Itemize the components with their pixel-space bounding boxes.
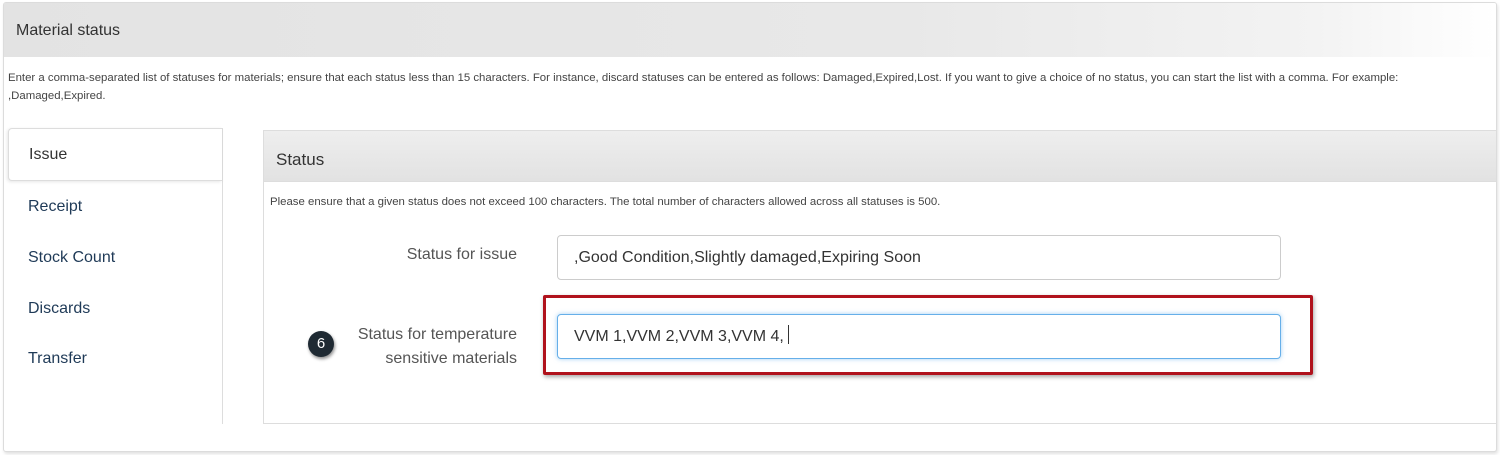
tab-transfer[interactable]: Transfer xyxy=(28,350,87,368)
status-for-issue-label: Status for issue xyxy=(406,246,517,263)
material-status-title: Material status xyxy=(16,22,121,39)
status-for-issue-value: ,Good Condition,Slightly damaged,Expirin… xyxy=(574,249,921,266)
status-panel-description: Please ensure that a given status does n… xyxy=(270,196,941,208)
status-temperature-sensitive-input[interactable]: VVM 1,VVM 2,VVM 3,VVM 4, xyxy=(557,314,1281,359)
material-status-description: Enter a comma-separated list of statuses… xyxy=(8,72,1399,102)
status-panel-header: Status xyxy=(264,131,1496,182)
status-panel-title: Status xyxy=(276,150,325,169)
step-number-badge: 6 xyxy=(308,331,334,357)
tab-stock-count[interactable]: Stock Count xyxy=(28,249,115,267)
tab-issue[interactable]: Issue xyxy=(8,128,222,181)
status-for-issue-input[interactable]: ,Good Condition,Slightly damaged,Expirin… xyxy=(557,235,1281,280)
tab-issue-label: Issue xyxy=(29,146,68,163)
transaction-type-tabs: Issue Receipt Stock Count Discards Trans… xyxy=(8,128,223,424)
status-temperature-sensitive-label-line2: sensitive materials xyxy=(385,350,517,367)
text-caret xyxy=(787,325,789,344)
tab-discards[interactable]: Discards xyxy=(28,300,90,318)
status-temperature-sensitive-value: VVM 1,VVM 2,VVM 3,VVM 4, xyxy=(574,328,784,345)
material-status-panel: Material status Enter a comma-separated … xyxy=(3,2,1497,452)
tab-receipt[interactable]: Receipt xyxy=(28,198,82,216)
material-status-header: Material status xyxy=(4,3,1496,57)
